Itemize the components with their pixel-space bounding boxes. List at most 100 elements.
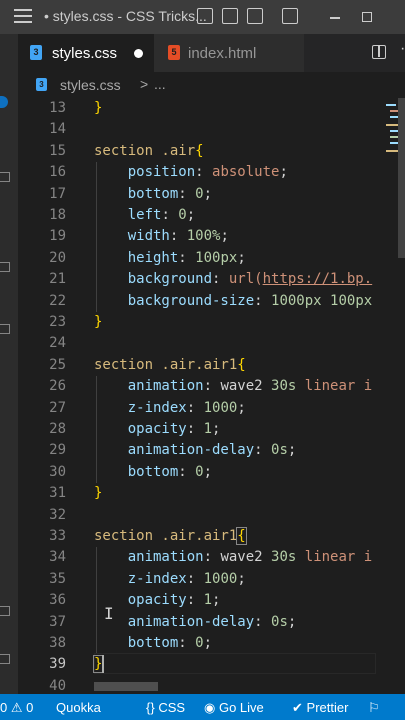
- line-number: 17: [49, 185, 66, 202]
- line-number: 39: [49, 656, 66, 673]
- code-line: animation-delay: 0s;: [127, 442, 297, 459]
- code-line: animation: wave2 30s linear i: [127, 549, 373, 566]
- line-number: 37: [49, 613, 66, 630]
- css-file-icon: 3: [36, 78, 47, 91]
- problems-status[interactable]: 0 ⚠ 0: [0, 700, 33, 716]
- line-number: 34: [49, 549, 66, 566]
- code-line: background-size: 1000px 100px: [127, 292, 373, 309]
- tab-styles-css[interactable]: 3 styles.css: [18, 34, 154, 72]
- tab-label: index.html: [188, 45, 257, 62]
- code-line: animation: wave2 30s linear i: [127, 378, 373, 395]
- unsaved-dot-icon[interactable]: [134, 49, 143, 58]
- code-editor[interactable]: 13 14 15 16 17 18 19 20 21 22 23 24 25 26 27 28 29 30 31 32…: [18, 98, 376, 694]
- toggle-secondary-sidebar-icon[interactable]: [247, 8, 263, 24]
- line-number: 31: [49, 485, 66, 502]
- line-number: 30: [49, 463, 66, 480]
- mouse-ibeam-icon: I: [104, 604, 114, 623]
- more-actions-icon[interactable]: ···: [400, 40, 405, 58]
- chevron-right-icon: >: [140, 76, 149, 92]
- code-line: height: 100px;: [127, 249, 246, 266]
- code-line: bottom: 0;: [127, 185, 213, 202]
- quokka-status[interactable]: Quokka: [56, 700, 101, 715]
- line-number: 33: [49, 528, 66, 544]
- remote-icon[interactable]: ⚐: [368, 700, 380, 716]
- minimize-icon[interactable]: [330, 17, 340, 19]
- settings-gear-icon[interactable]: [0, 654, 10, 664]
- line-number: 22: [49, 292, 66, 309]
- line-number: 18: [49, 207, 66, 223]
- code-line: left: 0;: [127, 207, 196, 223]
- line-number: 26: [49, 378, 66, 395]
- horizontal-scrollbar[interactable]: [94, 682, 158, 691]
- line-number: 38: [49, 635, 66, 651]
- breadcrumb-file[interactable]: styles.css: [60, 77, 121, 93]
- activity-bar: [0, 34, 18, 694]
- breadcrumb: 3 styles.css > ...: [18, 72, 405, 98]
- code-line: bottom: 0;: [127, 463, 213, 480]
- code-line: section .air.air1{: [94, 356, 246, 373]
- brackets-icon: {}: [146, 700, 155, 715]
- code-line: }: [94, 314, 103, 330]
- line-number: 40: [49, 677, 66, 694]
- line-number: 20: [49, 249, 66, 266]
- code-line: section .air{: [94, 142, 204, 159]
- line-number: 15: [49, 142, 66, 159]
- code-line: animation-delay: 0s;: [127, 613, 297, 630]
- code-line: }: [94, 100, 103, 116]
- url-link[interactable]: https://1.bp.: [263, 271, 373, 287]
- source-control-icon[interactable]: [0, 262, 10, 272]
- status-bar: 0 ⚠ 0 Quokka {} CSS ◉ Go Live ✔ Prettier…: [0, 694, 405, 720]
- window-title: • styles.css - CSS Tricks...: [44, 8, 207, 24]
- toggle-sidebar-icon[interactable]: [197, 8, 213, 24]
- code-line: section .air.air1{: [94, 527, 247, 545]
- split-editor-icon[interactable]: [372, 45, 386, 59]
- editor-tabs: 3 styles.css 5 index.html ···: [18, 34, 405, 72]
- code-line: bottom: 0;: [127, 635, 213, 651]
- code-line: position: absolute;: [127, 164, 288, 181]
- menu-icon[interactable]: [14, 9, 32, 23]
- line-number: 27: [49, 399, 66, 416]
- warning-icon: ⚠: [10, 700, 23, 715]
- prettier-status[interactable]: ✔ Prettier: [292, 700, 348, 716]
- line-number: 35: [49, 570, 66, 587]
- check-all-icon: ✔: [292, 700, 303, 715]
- line-number: 16: [49, 164, 66, 181]
- current-line-highlight: [94, 653, 376, 674]
- line-number: 13: [49, 100, 66, 116]
- line-number: 19: [49, 228, 66, 245]
- code-line: }: [94, 485, 103, 502]
- toggle-panel-icon[interactable]: [222, 8, 238, 24]
- minimap-line: [386, 104, 396, 106]
- css-file-icon: 3: [30, 45, 42, 60]
- search-icon[interactable]: [0, 172, 10, 182]
- code-line: z-index: 1000;: [127, 399, 246, 416]
- account-icon[interactable]: [0, 606, 10, 616]
- title-bar: • styles.css - CSS Tricks...: [0, 0, 405, 34]
- line-number: 21: [49, 271, 66, 288]
- line-number: 24: [49, 335, 66, 352]
- broadcast-icon: ◉: [204, 700, 216, 715]
- html-file-icon: 5: [168, 45, 180, 60]
- language-mode-status[interactable]: {} CSS: [146, 700, 185, 715]
- code-line: z-index: 1000;: [127, 570, 246, 587]
- tab-label: styles.css: [52, 45, 118, 62]
- line-number: 14: [49, 121, 66, 138]
- accounts-badge-icon[interactable]: [0, 96, 8, 108]
- extensions-icon[interactable]: [0, 324, 10, 334]
- code-line: background: url(https://1.bp.: [127, 271, 373, 288]
- text-cursor: [102, 655, 104, 673]
- go-live-status[interactable]: ◉ Go Live: [204, 700, 264, 716]
- vertical-scrollbar[interactable]: [398, 98, 405, 258]
- customize-layout-icon[interactable]: [282, 8, 298, 24]
- line-number: 28: [49, 421, 66, 437]
- line-number: 29: [49, 442, 66, 459]
- line-number: 25: [49, 356, 66, 373]
- line-number: 36: [49, 592, 66, 609]
- line-number: 32: [49, 506, 66, 523]
- line-number: 23: [49, 314, 66, 330]
- tab-index-html[interactable]: 5 index.html: [154, 34, 304, 72]
- breadcrumb-symbol[interactable]: ...: [154, 76, 166, 92]
- code-line: width: 100%;: [127, 228, 229, 245]
- maximize-icon[interactable]: [362, 12, 372, 22]
- code-line: opacity: 1;: [127, 421, 221, 437]
